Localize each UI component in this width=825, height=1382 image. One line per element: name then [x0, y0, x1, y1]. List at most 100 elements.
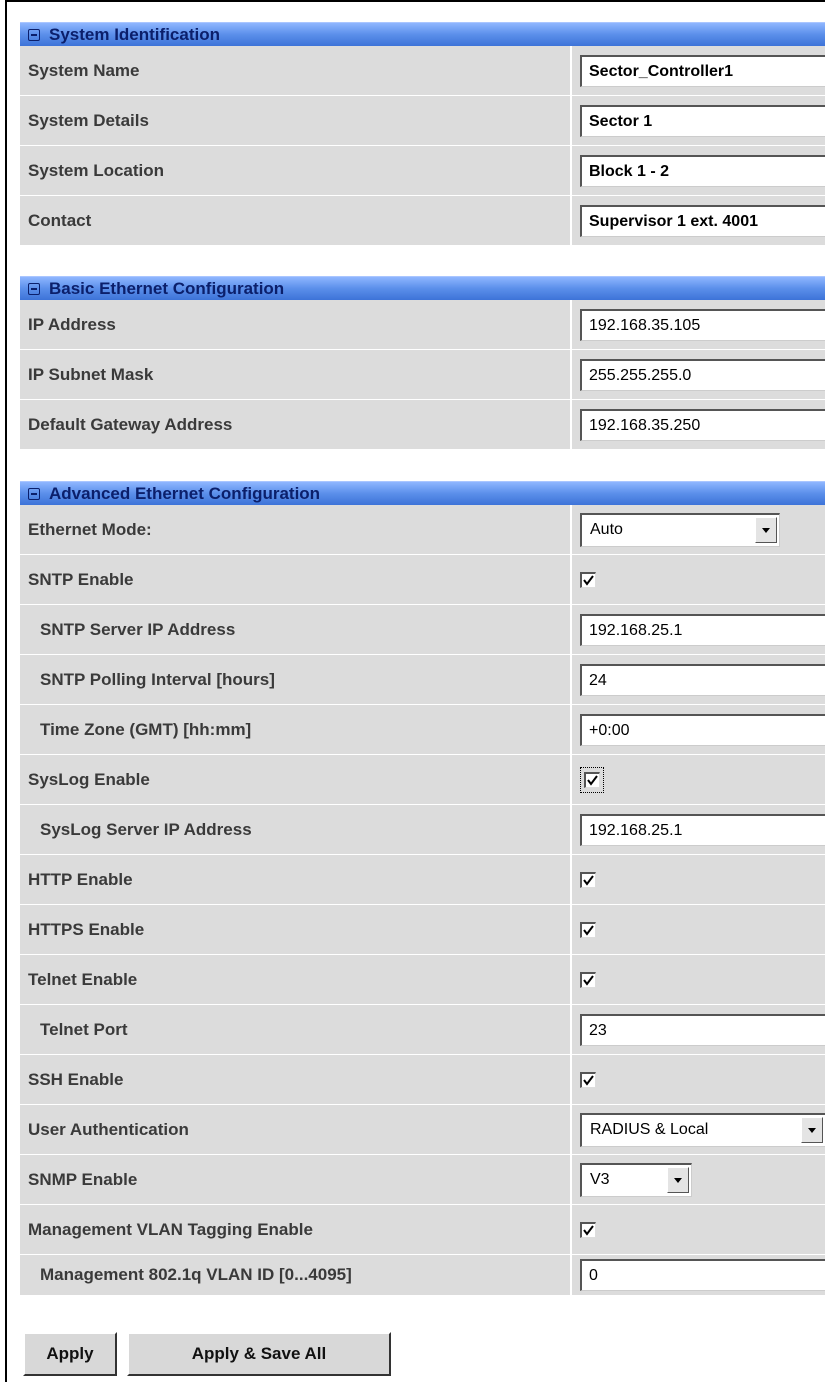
gateway-label: Default Gateway Address	[20, 400, 572, 449]
gateway-row: Default Gateway Address 192.168.35.250	[20, 400, 825, 450]
ssh-enable-label: SSH Enable	[20, 1055, 572, 1104]
ethernet-mode-select[interactable]: Auto	[580, 512, 780, 547]
system-name-row: System Name Sector_Controller1	[20, 46, 825, 96]
user-auth-label: User Authentication	[20, 1105, 572, 1154]
telnet-enable-row: Telnet Enable	[20, 955, 825, 1005]
contact-input[interactable]: Supervisor 1 ext. 4001	[580, 204, 825, 237]
subnet-mask-input[interactable]: 255.255.255.0	[580, 358, 825, 391]
syslog-server-row: SysLog Server IP Address 192.168.25.1	[20, 805, 825, 855]
snmp-select[interactable]: V3	[580, 1162, 692, 1197]
ssh-enable-row: SSH Enable	[20, 1055, 825, 1105]
checkmark-icon	[587, 774, 598, 786]
chevron-down-icon	[762, 527, 770, 533]
dropdown-button[interactable]	[801, 1117, 823, 1143]
ethernet-mode-label: Ethernet Mode:	[20, 505, 572, 554]
collapse-icon[interactable]	[28, 28, 40, 41]
system-location-row: System Location Block 1 - 2	[20, 146, 825, 196]
snmp-value: V3	[590, 1171, 610, 1188]
sntp-interval-label: SNTP Polling Interval [hours]	[20, 655, 572, 704]
contact-label: Contact	[20, 196, 572, 245]
ip-address-label: IP Address	[20, 300, 572, 349]
dropdown-button[interactable]	[755, 517, 777, 543]
sntp-server-label: SNTP Server IP Address	[20, 605, 572, 654]
user-auth-value: RADIUS & Local	[590, 1121, 709, 1138]
system-details-row: System Details Sector 1	[20, 96, 825, 146]
apply-button[interactable]: Apply	[23, 1332, 117, 1376]
syslog-enable-label: SysLog Enable	[20, 755, 572, 804]
system-name-input[interactable]: Sector_Controller1	[580, 54, 825, 87]
telnet-enable-checkbox[interactable]	[580, 971, 596, 988]
sntp-interval-row: SNTP Polling Interval [hours] 24	[20, 655, 825, 705]
user-auth-row: User Authentication RADIUS & Local	[20, 1105, 825, 1155]
sntp-enable-row: SNTP Enable	[20, 555, 825, 605]
snmp-enable-row: SNMP Enable V3	[20, 1155, 825, 1205]
subnet-mask-row: IP Subnet Mask 255.255.255.0	[20, 350, 825, 400]
sntp-enable-checkbox[interactable]	[580, 571, 596, 588]
telnet-enable-label: Telnet Enable	[20, 955, 572, 1004]
time-zone-row: Time Zone (GMT) [hh:mm] +0:00	[20, 705, 825, 755]
user-auth-select[interactable]: RADIUS & Local	[580, 1112, 825, 1147]
checkmark-icon	[583, 874, 594, 886]
checkmark-icon	[583, 1224, 594, 1236]
http-enable-row: HTTP Enable	[20, 855, 825, 905]
section-title: Advanced Ethernet Configuration	[49, 483, 321, 503]
checkmark-icon	[583, 574, 594, 586]
https-enable-checkbox[interactable]	[580, 921, 596, 938]
https-enable-row: HTTPS Enable	[20, 905, 825, 955]
gateway-input[interactable]: 192.168.35.250	[580, 408, 825, 441]
ethernet-mode-value: Auto	[590, 521, 623, 538]
checkmark-icon	[583, 974, 594, 986]
advanced-ethernet-section: Advanced Ethernet Configuration Ethernet…	[20, 481, 825, 1296]
apply-save-all-button[interactable]: Apply & Save All	[127, 1332, 391, 1376]
syslog-enable-checkbox[interactable]	[584, 771, 600, 788]
dropdown-button[interactable]	[667, 1167, 689, 1193]
advanced-ethernet-header[interactable]: Advanced Ethernet Configuration	[20, 481, 825, 505]
sntp-interval-input[interactable]: 24	[580, 663, 825, 696]
ip-address-input[interactable]: 192.168.35.105	[580, 308, 825, 341]
ip-address-row: IP Address 192.168.35.105	[20, 300, 825, 350]
https-enable-label: HTTPS Enable	[20, 905, 572, 954]
http-enable-checkbox[interactable]	[580, 871, 596, 888]
chevron-down-icon	[674, 1177, 682, 1183]
system-location-label: System Location	[20, 146, 572, 195]
collapse-icon[interactable]	[28, 282, 40, 295]
sntp-server-input[interactable]: 192.168.25.1	[580, 613, 825, 646]
mgmt-vlan-enable-row: Management VLAN Tagging Enable	[20, 1205, 825, 1255]
telnet-port-row: Telnet Port 23	[20, 1005, 825, 1055]
system-name-label: System Name	[20, 46, 572, 95]
basic-ethernet-header[interactable]: Basic Ethernet Configuration	[20, 276, 825, 300]
mgmt-vlan-id-label: Management 802.1q VLAN ID [0...4095]	[20, 1255, 572, 1295]
mgmt-vlan-enable-label: Management VLAN Tagging Enable	[20, 1205, 572, 1254]
system-details-label: System Details	[20, 96, 572, 145]
section-title: Basic Ethernet Configuration	[49, 278, 285, 298]
system-details-input[interactable]: Sector 1	[580, 104, 825, 137]
telnet-port-label: Telnet Port	[20, 1005, 572, 1054]
syslog-enable-row: SysLog Enable	[20, 755, 825, 805]
focus-ring	[580, 766, 604, 793]
mgmt-vlan-id-input[interactable]: 0	[580, 1259, 825, 1291]
ssh-enable-checkbox[interactable]	[580, 1071, 596, 1088]
time-zone-label: Time Zone (GMT) [hh:mm]	[20, 705, 572, 754]
syslog-server-label: SysLog Server IP Address	[20, 805, 572, 854]
section-title: System Identification	[49, 24, 220, 44]
checkmark-icon	[583, 1074, 594, 1086]
contact-row: Contact Supervisor 1 ext. 4001	[20, 196, 825, 246]
config-page: System Identification System Name Sector…	[5, 0, 825, 1382]
basic-ethernet-section: Basic Ethernet Configuration IP Address …	[20, 276, 825, 450]
syslog-server-input[interactable]: 192.168.25.1	[580, 813, 825, 846]
sntp-enable-label: SNTP Enable	[20, 555, 572, 604]
subnet-mask-label: IP Subnet Mask	[20, 350, 572, 399]
system-identification-header[interactable]: System Identification	[20, 22, 825, 46]
system-location-input[interactable]: Block 1 - 2	[580, 154, 825, 187]
sntp-server-row: SNTP Server IP Address 192.168.25.1	[20, 605, 825, 655]
snmp-enable-label: SNMP Enable	[20, 1155, 572, 1204]
mgmt-vlan-enable-checkbox[interactable]	[580, 1221, 596, 1238]
collapse-icon[interactable]	[28, 487, 40, 500]
system-identification-section: System Identification System Name Sector…	[20, 22, 825, 246]
chevron-down-icon	[808, 1127, 816, 1133]
http-enable-label: HTTP Enable	[20, 855, 572, 904]
time-zone-input[interactable]: +0:00	[580, 713, 825, 746]
mgmt-vlan-id-row: Management 802.1q VLAN ID [0...4095] 0	[20, 1255, 825, 1296]
telnet-port-input[interactable]: 23	[580, 1013, 825, 1046]
checkmark-icon	[583, 924, 594, 936]
